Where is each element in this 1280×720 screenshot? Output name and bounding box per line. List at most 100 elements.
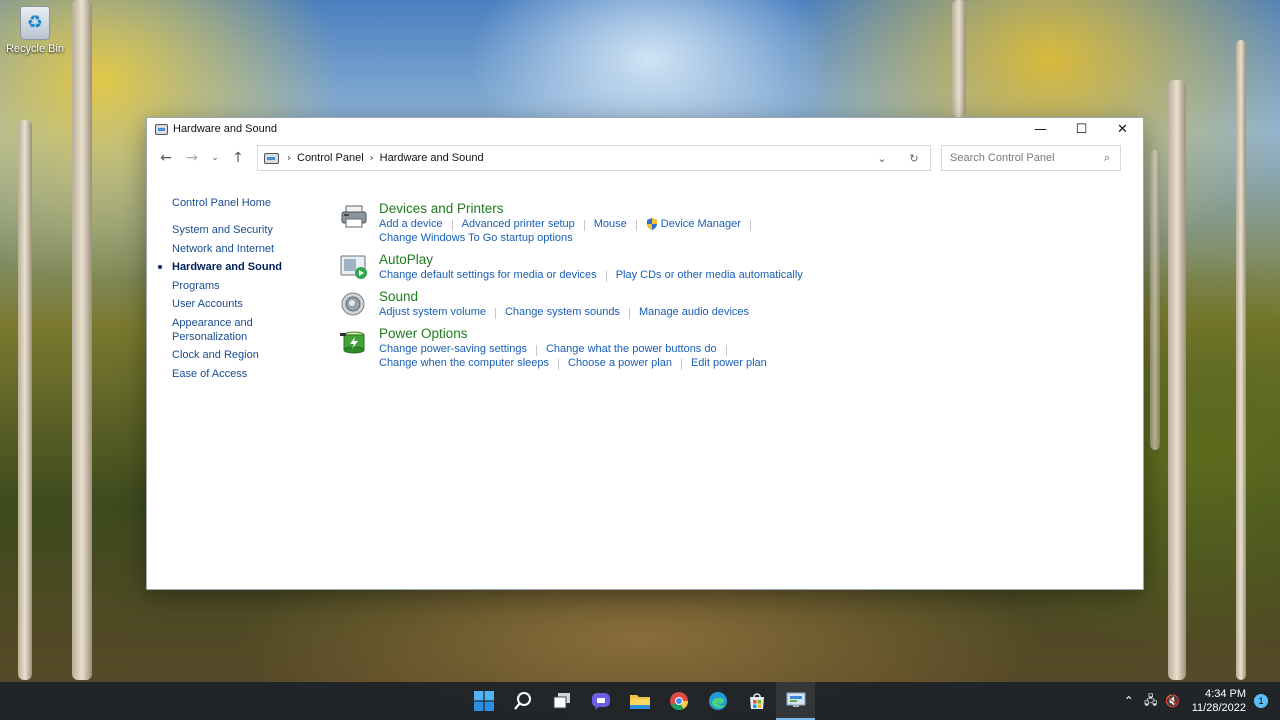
- link-separator: [494, 307, 496, 319]
- link-separator: [605, 270, 607, 282]
- play-cds-automatically-link[interactable]: Play CDs or other media automatically: [616, 268, 803, 282]
- control-panel-icon: [155, 123, 168, 135]
- manage-audio-devices-link[interactable]: Manage audio devices: [639, 305, 749, 319]
- refresh-button[interactable]: ↻: [898, 152, 930, 165]
- breadcrumb-separator[interactable]: ›: [287, 153, 291, 164]
- window-controls: — ☐ ✕: [1020, 118, 1143, 140]
- start-icon[interactable]: [464, 682, 503, 720]
- nav-clock-and-region[interactable]: Clock and Region: [172, 348, 332, 362]
- category-autoplay: AutoPlay Change default settings for med…: [340, 252, 803, 282]
- recycle-bin-label: Recycle Bin: [5, 43, 65, 55]
- device-manager-link[interactable]: Device Manager: [661, 217, 741, 231]
- search-icon[interactable]: [503, 682, 542, 720]
- tree-trunk: [72, 0, 92, 680]
- clock-time: 4:34 PM: [1205, 688, 1246, 700]
- autoplay-link[interactable]: AutoPlay: [379, 252, 803, 268]
- change-power-saving-settings-link[interactable]: Change power-saving settings: [379, 342, 527, 356]
- chevron-up-icon[interactable]: ⌃: [1118, 694, 1140, 708]
- adjust-system-volume-link[interactable]: Adjust system volume: [379, 305, 486, 319]
- address-dropdown-button[interactable]: ⌄: [866, 152, 898, 165]
- edit-power-plan-link[interactable]: Edit power plan: [691, 356, 767, 370]
- task-view-icon[interactable]: [542, 682, 581, 720]
- autoplay-tasks: Change default settings for media or dev…: [379, 268, 803, 282]
- link-separator: [583, 219, 585, 231]
- change-power-buttons-link[interactable]: Change what the power buttons do: [546, 342, 717, 356]
- taskbar: ⌃ 🖧 🔇 4:34 PM 11/28/2022 1: [0, 682, 1280, 720]
- clock-date: 11/28/2022: [1191, 702, 1246, 714]
- tree-trunk: [1236, 40, 1246, 680]
- breadcrumb-control-panel[interactable]: Control Panel: [297, 152, 364, 164]
- recent-locations-button[interactable]: ⌄: [205, 145, 225, 171]
- address-bar[interactable]: › Control Panel › Hardware and Sound ⌄ ↻: [257, 145, 931, 171]
- sound-link[interactable]: Sound: [379, 289, 803, 305]
- control-panel-icon: [264, 152, 279, 164]
- speaker-icon[interactable]: [340, 291, 368, 317]
- nav-hardware-and-sound[interactable]: Hardware and Sound: [158, 260, 332, 274]
- admin-shield-icon: [646, 218, 657, 230]
- control-panel-icon[interactable]: [776, 682, 815, 720]
- up-button[interactable]: ↑: [225, 145, 251, 171]
- nav-user-accounts[interactable]: User Accounts: [172, 297, 332, 311]
- search-icon[interactable]: ⌕: [1104, 151, 1110, 165]
- title-bar[interactable]: Hardware and Sound — ☐ ✕: [147, 118, 1143, 140]
- nav-ease-of-access[interactable]: Ease of Access: [172, 367, 332, 381]
- link-separator: [749, 219, 751, 231]
- nav-network-and-internet[interactable]: Network and Internet: [172, 242, 332, 256]
- search-input[interactable]: [950, 152, 1090, 164]
- autoplay-icon[interactable]: [340, 254, 368, 280]
- address-actions: ⌄ ↻: [866, 146, 930, 170]
- volume-muted-icon[interactable]: 🔇: [1162, 694, 1184, 708]
- change-windows-to-go-startup-options-link[interactable]: Change Windows To Go startup options: [379, 231, 573, 245]
- category-power-options: Power Options Change power-saving settin…: [340, 326, 803, 370]
- nav-appearance-and-personalization[interactable]: Appearance and Personalization: [172, 316, 264, 344]
- link-separator: [535, 344, 537, 356]
- edge-icon[interactable]: [698, 682, 737, 720]
- printer-icon[interactable]: [340, 203, 368, 229]
- control-panel-home-link[interactable]: Control Panel Home: [172, 196, 332, 210]
- nav-programs[interactable]: Programs: [172, 279, 332, 293]
- minimize-button[interactable]: —: [1020, 118, 1061, 140]
- maximize-button[interactable]: ☐: [1061, 118, 1102, 140]
- forward-button[interactable]: →: [179, 145, 205, 171]
- tree-trunk: [1150, 150, 1160, 450]
- nav-system-and-security[interactable]: System and Security: [172, 223, 332, 237]
- power-options-link[interactable]: Power Options: [379, 326, 803, 342]
- sound-tasks: Adjust system volume Change system sound…: [379, 305, 803, 319]
- chrome-icon[interactable]: [659, 682, 698, 720]
- choose-a-power-plan-link[interactable]: Choose a power plan: [568, 356, 672, 370]
- system-tray: ⌃ 🖧 🔇 4:34 PM 11/28/2022 1: [1118, 682, 1268, 720]
- control-panel-window: Hardware and Sound — ☐ ✕ ← → ⌄ ↑ › Contr…: [146, 117, 1144, 590]
- advanced-printer-setup-link[interactable]: Advanced printer setup: [462, 217, 575, 231]
- change-when-computer-sleeps-link[interactable]: Change when the computer sleeps: [379, 356, 549, 370]
- link-separator: [680, 358, 682, 370]
- change-default-settings-link[interactable]: Change default settings for media or dev…: [379, 268, 597, 282]
- chat-icon[interactable]: [581, 682, 620, 720]
- file-explorer-icon[interactable]: [620, 682, 659, 720]
- back-button[interactable]: ←: [153, 145, 179, 171]
- link-separator: [725, 344, 727, 356]
- devices-and-printers-tasks: Add a device Advanced printer setup Mous…: [379, 217, 803, 231]
- search-box[interactable]: ⌕: [941, 145, 1121, 171]
- store-icon[interactable]: [737, 682, 776, 720]
- battery-icon[interactable]: [340, 328, 368, 354]
- breadcrumb-separator[interactable]: ›: [370, 153, 374, 164]
- clock[interactable]: 4:34 PM 11/28/2022: [1192, 687, 1246, 715]
- link-separator: [628, 307, 630, 319]
- category-devices-and-printers: Devices and Printers Add a device Advanc…: [340, 201, 803, 245]
- link-separator: [635, 219, 637, 231]
- power-options-tasks: Change power-saving settings Change what…: [379, 342, 803, 356]
- devices-and-printers-link[interactable]: Devices and Printers: [379, 201, 803, 217]
- close-button[interactable]: ✕: [1102, 118, 1143, 140]
- content-area: Control Panel Home System and Security N…: [147, 190, 1143, 589]
- breadcrumb-hardware-and-sound[interactable]: Hardware and Sound: [380, 152, 484, 164]
- notification-badge[interactable]: 1: [1254, 694, 1268, 708]
- taskbar-apps: [464, 682, 815, 720]
- change-system-sounds-link[interactable]: Change system sounds: [505, 305, 620, 319]
- network-icon[interactable]: 🖧: [1140, 691, 1162, 712]
- recycle-bin[interactable]: Recycle Bin: [4, 6, 66, 55]
- tree-trunk: [952, 0, 966, 117]
- mouse-link[interactable]: Mouse: [594, 217, 627, 231]
- add-a-device-link[interactable]: Add a device: [379, 217, 443, 231]
- tree-trunk: [18, 120, 32, 680]
- recycle-bin-icon: [20, 6, 50, 40]
